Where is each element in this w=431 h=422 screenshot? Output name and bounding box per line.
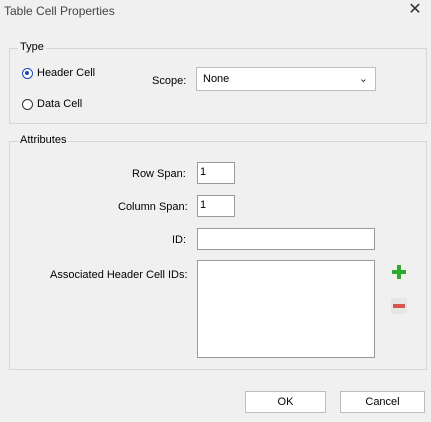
minus-icon[interactable]: [390, 297, 408, 315]
attributes-group: Attributes Row Span: 1 Column Span: 1 ID…: [9, 134, 427, 370]
type-group: Type Header Cell Data Cell Scope: None ⌄: [9, 41, 427, 124]
associated-header-cell-ids-list[interactable]: [197, 260, 375, 358]
data-cell-radio-row[interactable]: Data Cell: [22, 98, 82, 110]
row-span-label: Row Span:: [132, 168, 186, 180]
scope-select[interactable]: None ⌄: [196, 67, 376, 91]
scope-value: None: [203, 73, 230, 85]
attributes-group-title: Attributes: [18, 134, 69, 146]
scope-label: Scope:: [152, 75, 187, 87]
ok-button[interactable]: OK: [245, 391, 326, 413]
id-input[interactable]: [197, 228, 375, 250]
cancel-button[interactable]: Cancel: [340, 391, 425, 413]
column-span-input[interactable]: 1: [197, 195, 235, 217]
data-cell-label: Data Cell: [37, 98, 83, 110]
associated-header-cell-ids-label: Associated Header Cell IDs:: [50, 269, 188, 281]
chevron-down-icon: ⌄: [358, 73, 368, 85]
plus-icon[interactable]: [390, 263, 408, 281]
header-cell-radio[interactable]: [22, 67, 33, 79]
title-bar: Table Cell Properties ✕: [0, 0, 431, 24]
id-label: ID:: [172, 234, 187, 246]
data-cell-radio[interactable]: [22, 98, 33, 110]
type-group-title: Type: [18, 41, 46, 53]
header-cell-radio-row[interactable]: Header Cell: [22, 67, 95, 79]
row-span-input[interactable]: 1: [197, 162, 235, 184]
dialog-title: Table Cell Properties: [4, 4, 115, 18]
close-icon[interactable]: ✕: [407, 2, 423, 18]
header-cell-label: Header Cell: [37, 67, 96, 79]
column-span-label: Column Span:: [118, 201, 188, 213]
